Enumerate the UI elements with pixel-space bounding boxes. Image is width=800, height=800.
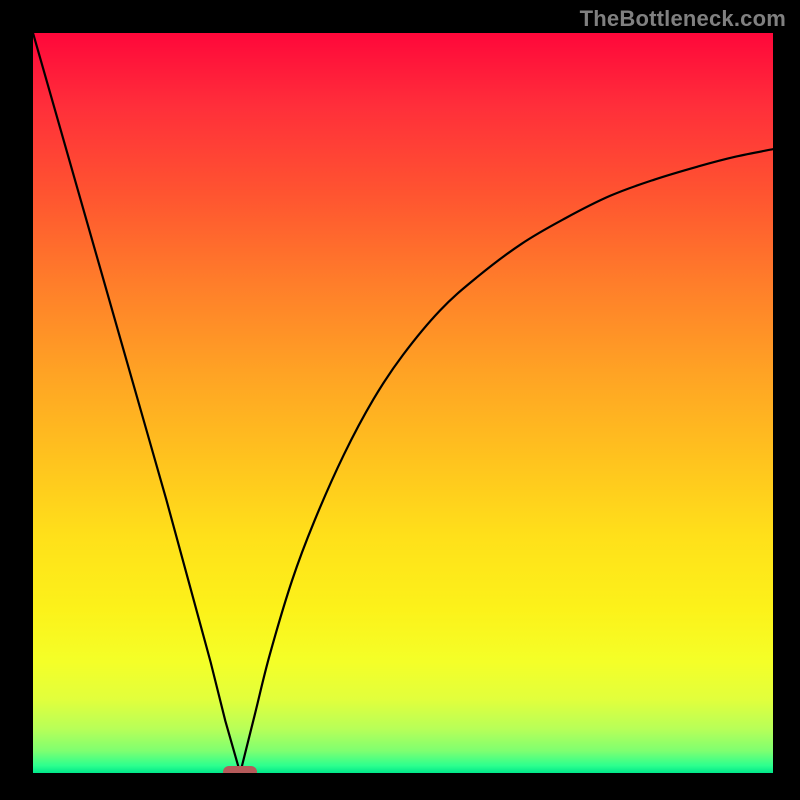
attribution-watermark: TheBottleneck.com <box>580 6 786 32</box>
minimum-marker <box>223 766 257 773</box>
chart-frame: TheBottleneck.com <box>0 0 800 800</box>
bottleneck-curve <box>33 33 773 773</box>
plot-area <box>33 33 773 773</box>
